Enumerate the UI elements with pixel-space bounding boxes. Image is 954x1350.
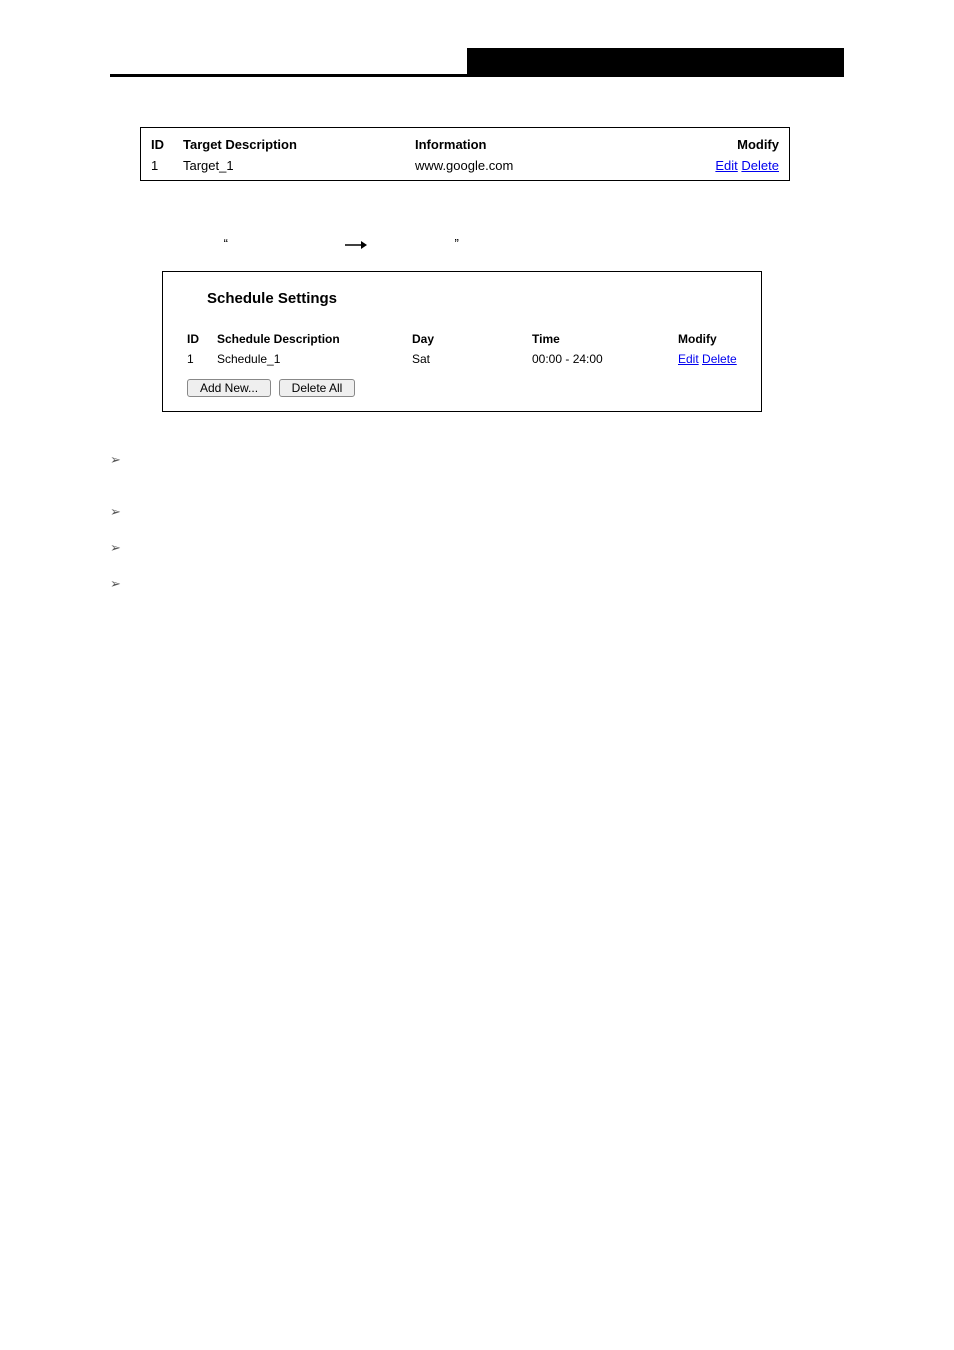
col-id: ID bbox=[151, 137, 183, 152]
schedule-table-header: ID Schedule Description Day Time Modify bbox=[187, 329, 745, 349]
delete-link[interactable]: Delete bbox=[702, 352, 737, 366]
cell-modify: Edit Delete bbox=[695, 158, 779, 173]
cell-info: www.google.com bbox=[415, 158, 695, 173]
list-item bbox=[110, 504, 844, 518]
cell-day: Sat bbox=[412, 352, 532, 366]
cell-time: 00:00 - 24:00 bbox=[532, 352, 678, 366]
col-time: Time bbox=[532, 332, 678, 346]
list-item bbox=[110, 540, 844, 554]
col-modify: Modify bbox=[678, 332, 745, 346]
list-item bbox=[110, 452, 844, 466]
add-new-button[interactable]: Add New... bbox=[187, 379, 271, 397]
col-modify: Modify bbox=[695, 137, 779, 152]
col-day: Day bbox=[412, 332, 532, 346]
edit-link[interactable]: Edit bbox=[715, 158, 737, 173]
breadcrumb-quote: “ ” bbox=[140, 236, 844, 251]
open-quote: “ bbox=[224, 236, 228, 251]
col-id: ID bbox=[187, 332, 217, 346]
panel-title: Schedule Settings bbox=[207, 290, 745, 307]
schedule-settings-panel: Schedule Settings ID Schedule Descriptio… bbox=[162, 271, 762, 412]
cell-id: 1 bbox=[151, 158, 183, 173]
cell-modify: Edit Delete bbox=[678, 352, 745, 366]
list-item bbox=[110, 576, 844, 590]
delete-all-button[interactable]: Delete All bbox=[279, 379, 356, 397]
col-information: Information bbox=[415, 137, 695, 152]
bullet-list bbox=[110, 452, 844, 590]
table-row: 1 Target_1 www.google.com Edit Delete bbox=[149, 155, 781, 176]
col-schedule-description: Schedule Description bbox=[217, 332, 412, 346]
header-black-bar bbox=[467, 48, 844, 74]
cell-target: Target_1 bbox=[183, 158, 415, 173]
arrow-right-icon bbox=[345, 240, 367, 250]
edit-link[interactable]: Edit bbox=[678, 352, 699, 366]
target-table: ID Target Description Information Modify… bbox=[140, 127, 790, 181]
cell-desc: Schedule_1 bbox=[217, 352, 412, 366]
delete-link[interactable]: Delete bbox=[741, 158, 779, 173]
table-row: 1 Schedule_1 Sat 00:00 - 24:00 Edit Dele… bbox=[187, 349, 745, 369]
col-target-description: Target Description bbox=[183, 137, 415, 152]
close-quote: ” bbox=[454, 236, 458, 251]
button-row: Add New... Delete All bbox=[187, 379, 745, 397]
header-rule bbox=[110, 74, 844, 77]
target-table-header: ID Target Description Information Modify bbox=[149, 134, 781, 155]
cell-id: 1 bbox=[187, 352, 217, 366]
